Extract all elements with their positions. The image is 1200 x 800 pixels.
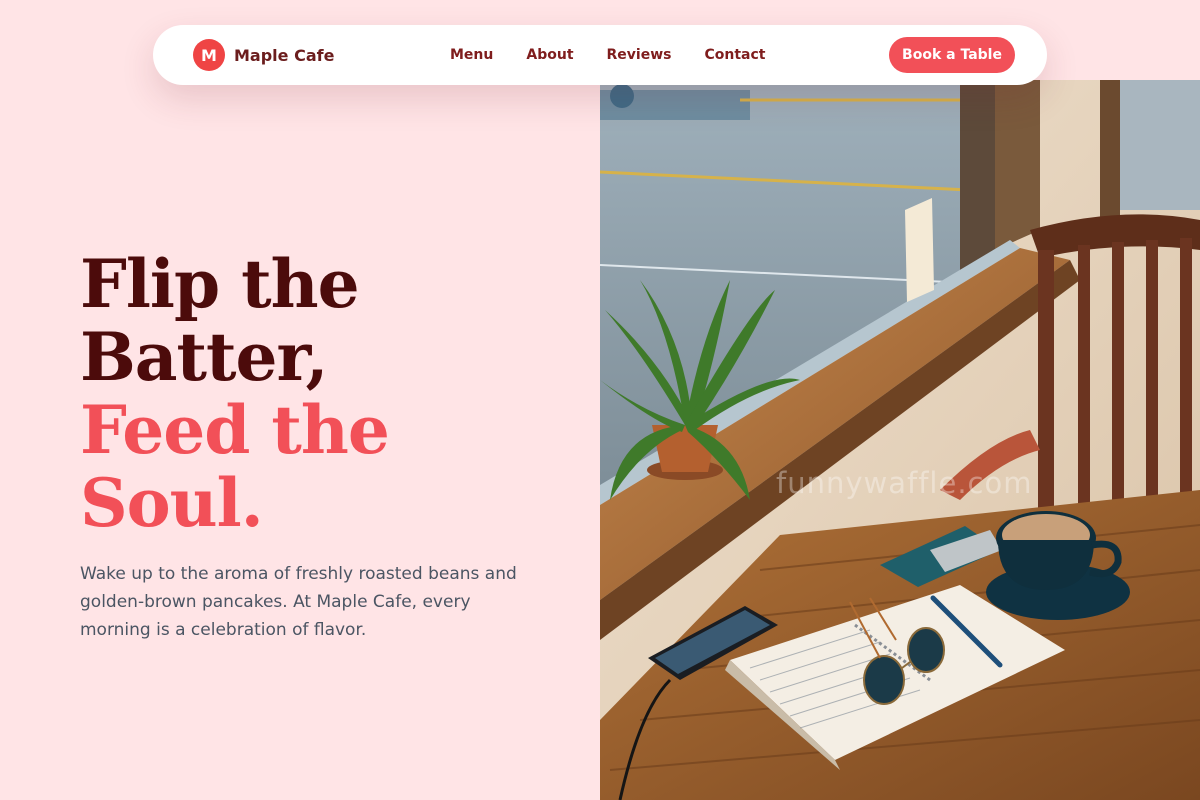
navbar: M Maple Cafe Menu About Reviews Contact … — [153, 25, 1047, 85]
nav-link-reviews[interactable]: Reviews — [607, 47, 672, 63]
book-table-button[interactable]: Book a Table — [889, 37, 1015, 73]
hero-title-line-1: Flip the — [80, 245, 360, 323]
hero-title-line-2: Batter, — [80, 318, 328, 396]
nav-link-menu[interactable]: Menu — [450, 47, 493, 63]
brand-name: Maple Cafe — [234, 45, 335, 65]
hero-title-accent-line-1: Feed the — [80, 391, 390, 469]
nav-link-about[interactable]: About — [526, 47, 573, 63]
nav-links: Menu About Reviews Contact — [450, 25, 798, 85]
logo-icon: M — [193, 39, 225, 71]
image-watermark: funnywaffle.com — [776, 466, 1033, 500]
hero-title: Flip the Batter, Feed the Soul. — [80, 245, 390, 542]
hero-image: funnywaffle.com — [600, 80, 1200, 800]
nav-link-contact[interactable]: Contact — [704, 47, 765, 63]
hero-title-accent-line-2: Soul. — [80, 464, 264, 542]
hero-description: Wake up to the aroma of freshly roasted … — [80, 564, 517, 640]
brand-link[interactable]: M Maple Cafe — [193, 39, 334, 71]
